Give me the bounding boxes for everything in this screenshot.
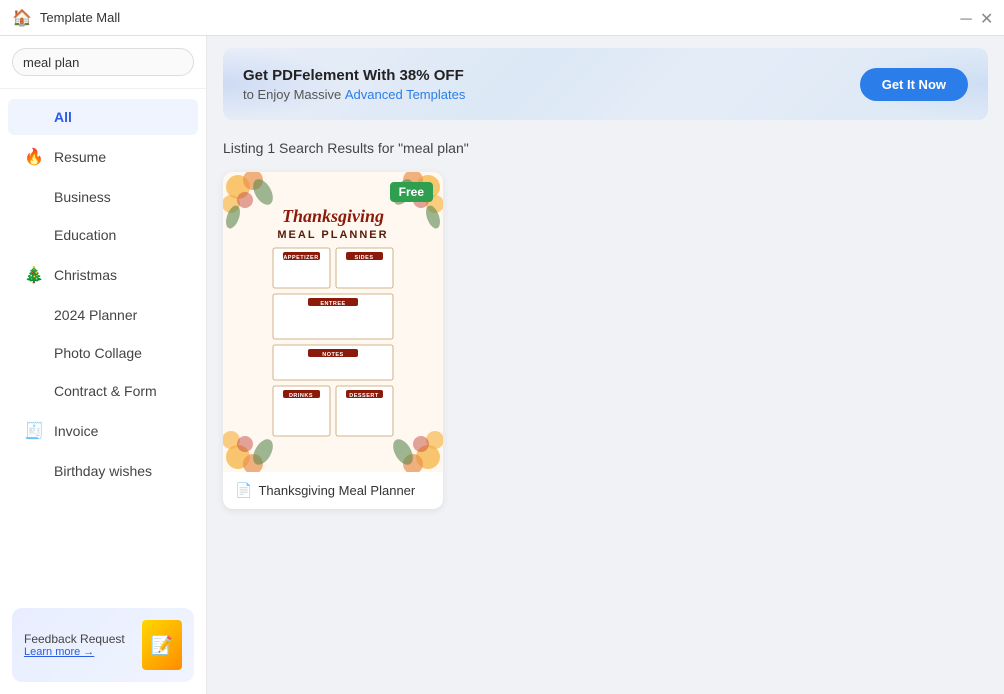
- banner-text: Get PDFelement With 38% OFF to Enjoy Mas…: [243, 67, 465, 102]
- banner-title: Get PDFelement With 38% OFF: [243, 67, 465, 84]
- title-bar-left: 🏠 Template Mall: [12, 8, 120, 28]
- card-title: 📄 Thanksgiving Meal Planner: [223, 472, 443, 509]
- template-card-thanksgiving[interactable]: Free: [223, 172, 443, 509]
- content-area: Get PDFelement With 38% OFF to Enjoy Mas…: [207, 36, 1004, 694]
- close-button[interactable]: ✕: [980, 12, 992, 24]
- sidebar-item-all[interactable]: All: [8, 99, 198, 135]
- sidebar-item-resume[interactable]: 🔥 Resume: [8, 137, 198, 177]
- sidebar-item-label: Education: [54, 227, 116, 243]
- search-input[interactable]: [23, 55, 199, 70]
- results-area: Listing 1 Search Results for "meal plan"…: [207, 128, 1004, 694]
- feedback-title: Feedback Request: [24, 632, 134, 646]
- app-icon: 🏠: [12, 8, 32, 28]
- feedback-link[interactable]: Learn more →: [24, 646, 134, 658]
- search-box[interactable]: 🔍: [12, 48, 194, 76]
- sidebar-item-birthday[interactable]: Birthday wishes: [8, 453, 198, 489]
- sidebar-item-label: 2024 Planner: [54, 307, 137, 323]
- sidebar-item-label: Christmas: [54, 267, 117, 283]
- sidebar-item-planner[interactable]: 2024 Planner: [8, 297, 198, 333]
- invoice-icon: 🧾: [24, 421, 44, 441]
- minimize-button[interactable]: ─: [960, 12, 972, 24]
- window-controls: ─ ✕: [960, 12, 992, 24]
- title-bar: 🏠 Template Mall ─ ✕: [0, 0, 1004, 36]
- sidebar-item-label: Contract & Form: [54, 383, 157, 399]
- svg-text:DRINKS: DRINKS: [289, 393, 313, 399]
- search-section: 🔍: [0, 36, 206, 89]
- results-grid: Free: [223, 172, 988, 509]
- svg-text:NOTES: NOTES: [322, 352, 343, 358]
- sidebar: 🔍 All 🔥 Resume Business Education 🎄: [0, 36, 207, 694]
- promo-banner: Get PDFelement With 38% OFF to Enjoy Mas…: [223, 48, 988, 120]
- card-image: Free: [223, 172, 443, 472]
- sidebar-item-business[interactable]: Business: [8, 179, 198, 215]
- get-it-now-button[interactable]: Get It Now: [860, 68, 968, 101]
- sidebar-item-education[interactable]: Education: [8, 217, 198, 253]
- svg-text:APPETIZER: APPETIZER: [283, 255, 318, 261]
- sidebar-item-label: Birthday wishes: [54, 463, 152, 479]
- sidebar-item-christmas[interactable]: 🎄 Christmas: [8, 255, 198, 295]
- resume-icon: 🔥: [24, 147, 44, 167]
- svg-text:ENTREE: ENTREE: [320, 301, 345, 307]
- svg-text:DESSERT: DESSERT: [349, 393, 379, 399]
- sidebar-item-label: Resume: [54, 149, 106, 165]
- sidebar-item-photo-collage[interactable]: Photo Collage: [8, 335, 198, 371]
- sidebar-nav: All 🔥 Resume Business Education 🎄 Christ…: [0, 89, 206, 596]
- results-header: Listing 1 Search Results for "meal plan": [223, 140, 988, 156]
- card-doc-icon: 📄: [235, 482, 252, 499]
- app-title: Template Mall: [40, 10, 120, 25]
- svg-text:Thanksgiving: Thanksgiving: [282, 206, 384, 226]
- feedback-image: 📝: [142, 620, 182, 670]
- svg-text:SIDES: SIDES: [354, 255, 373, 261]
- feedback-widget[interactable]: Feedback Request Learn more → 📝: [12, 608, 194, 682]
- free-badge: Free: [390, 182, 433, 202]
- sidebar-item-label: Photo Collage: [54, 345, 142, 361]
- sidebar-item-label: Invoice: [54, 423, 98, 439]
- svg-text:MEAL PLANNER: MEAL PLANNER: [277, 229, 388, 241]
- sidebar-item-contract[interactable]: Contract & Form: [8, 373, 198, 409]
- christmas-icon: 🎄: [24, 265, 44, 285]
- sidebar-item-label: Business: [54, 189, 111, 205]
- sidebar-item-invoice[interactable]: 🧾 Invoice: [8, 411, 198, 451]
- sidebar-item-label: All: [54, 109, 72, 125]
- banner-subtitle: to Enjoy Massive Advanced Templates: [243, 87, 465, 102]
